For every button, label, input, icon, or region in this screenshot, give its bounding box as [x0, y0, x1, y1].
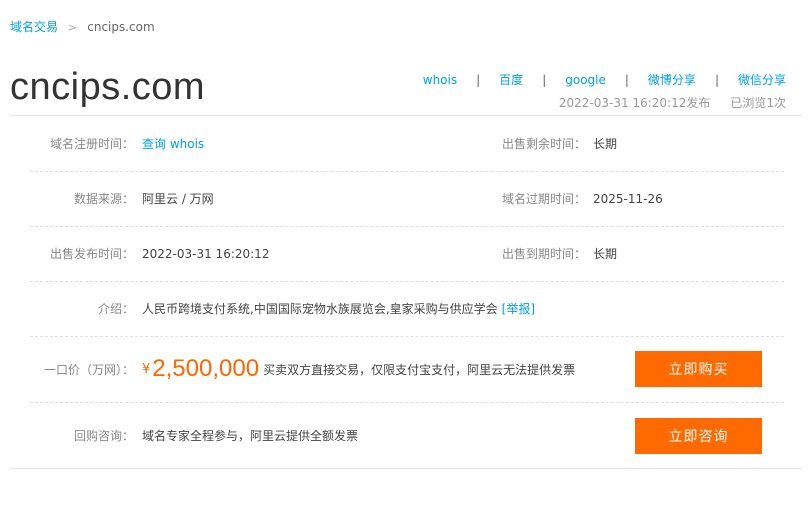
publish-time: 2022-03-31 16:20:12发布 — [558, 96, 711, 110]
price-amount: 2,500,000 — [152, 355, 260, 382]
expire-date-label: 域名过期时间： — [501, 192, 586, 206]
share-wechat-link[interactable]: 微信分享 — [738, 71, 786, 88]
buyback-label: 回购咨询： — [73, 428, 134, 443]
intro-label: 介绍： — [97, 302, 134, 316]
info-row: 域名注册时间： 查询 whois 出售剩余时间： 长期 — [30, 116, 784, 172]
info-row: 出售发布时间： 2022-03-31 16:20:12 出售到期时间： 长期 — [30, 226, 784, 282]
price-currency: ¥ — [142, 361, 151, 377]
share-weibo-link[interactable]: 微博分享 — [648, 71, 696, 88]
share-whois-link[interactable]: whois — [423, 73, 457, 87]
remaining-time-value: 长期 — [593, 137, 618, 151]
publish-time-label: 出售发布时间： — [49, 247, 134, 261]
expire-date-value: 2025-11-26 — [593, 191, 663, 206]
intro-value: 人民币跨境支付系统,中国国际宠物水族展览会,皇家采购与供应学会 — [142, 302, 498, 316]
share-separator: | — [624, 72, 629, 87]
info-row: 数据来源： 阿里云 / 万网 域名过期时间： 2025-11-26 — [30, 171, 784, 227]
share-separator: | — [714, 72, 719, 87]
reg-time-label: 域名注册时间： — [49, 137, 134, 151]
buyback-note: 域名专家全程参与，阿里云提供全额发票 — [142, 428, 359, 443]
sale-end-value: 长期 — [593, 247, 618, 261]
report-link[interactable]: [举报] — [502, 300, 535, 317]
publish-time-value: 2022-03-31 16:20:12 — [142, 246, 270, 261]
share-links: whois | 百度 | google | 微博分享 | 微信分享 — [423, 71, 786, 88]
share-google-link[interactable]: google — [565, 73, 606, 87]
view-count: 已浏览1次 — [730, 96, 786, 110]
whois-query-link[interactable]: 查询 whois — [142, 116, 204, 171]
sale-end-label: 出售到期时间： — [501, 247, 586, 261]
breadcrumb-current: cncips.com — [87, 20, 155, 34]
data-source-label: 数据来源： — [73, 192, 134, 206]
price-note: 买卖双方直接交易，仅限支付宝支付，阿里云无法提供发票 — [263, 362, 576, 377]
buyback-row: 回购咨询： 域名专家全程参与，阿里云提供全额发票 立即咨询 — [30, 402, 784, 468]
buy-now-button[interactable]: 立即购买 — [635, 351, 762, 387]
intro-text: 人民币跨境支付系统,中国国际宠物水族展览会,皇家采购与供应学会 [举报] — [142, 281, 535, 336]
post-meta: 2022-03-31 16:20:12发布 已浏览1次 — [559, 94, 786, 111]
intro-row: 介绍： 人民币跨境支付系统,中国国际宠物水族展览会,皇家采购与供应学会 [举报] — [30, 281, 784, 337]
breadcrumb-parent-link[interactable]: 域名交易 — [10, 20, 58, 34]
divider-bottom — [10, 468, 802, 469]
consult-now-button[interactable]: 立即咨询 — [635, 418, 762, 454]
share-baidu-link[interactable]: 百度 — [499, 71, 523, 88]
share-separator: | — [476, 72, 481, 87]
share-separator: | — [542, 72, 547, 87]
breadcrumb-separator: > — [68, 21, 78, 34]
page-title: cncips.com — [10, 66, 206, 108]
remaining-time-label: 出售剩余时间： — [501, 137, 586, 151]
breadcrumb: 域名交易 > cncips.com — [10, 18, 155, 35]
price-row: 一口价（万网）： ¥2,500,000 买卖双方直接交易，仅限支付宝支付，阿里云无… — [30, 336, 784, 403]
data-source-value: 阿里云 / 万网 — [142, 192, 214, 206]
price-label: 一口价（万网）： — [43, 362, 134, 377]
price-block: ¥2,500,000 买卖双方直接交易，仅限支付宝支付，阿里云无法提供发票 — [142, 336, 575, 402]
